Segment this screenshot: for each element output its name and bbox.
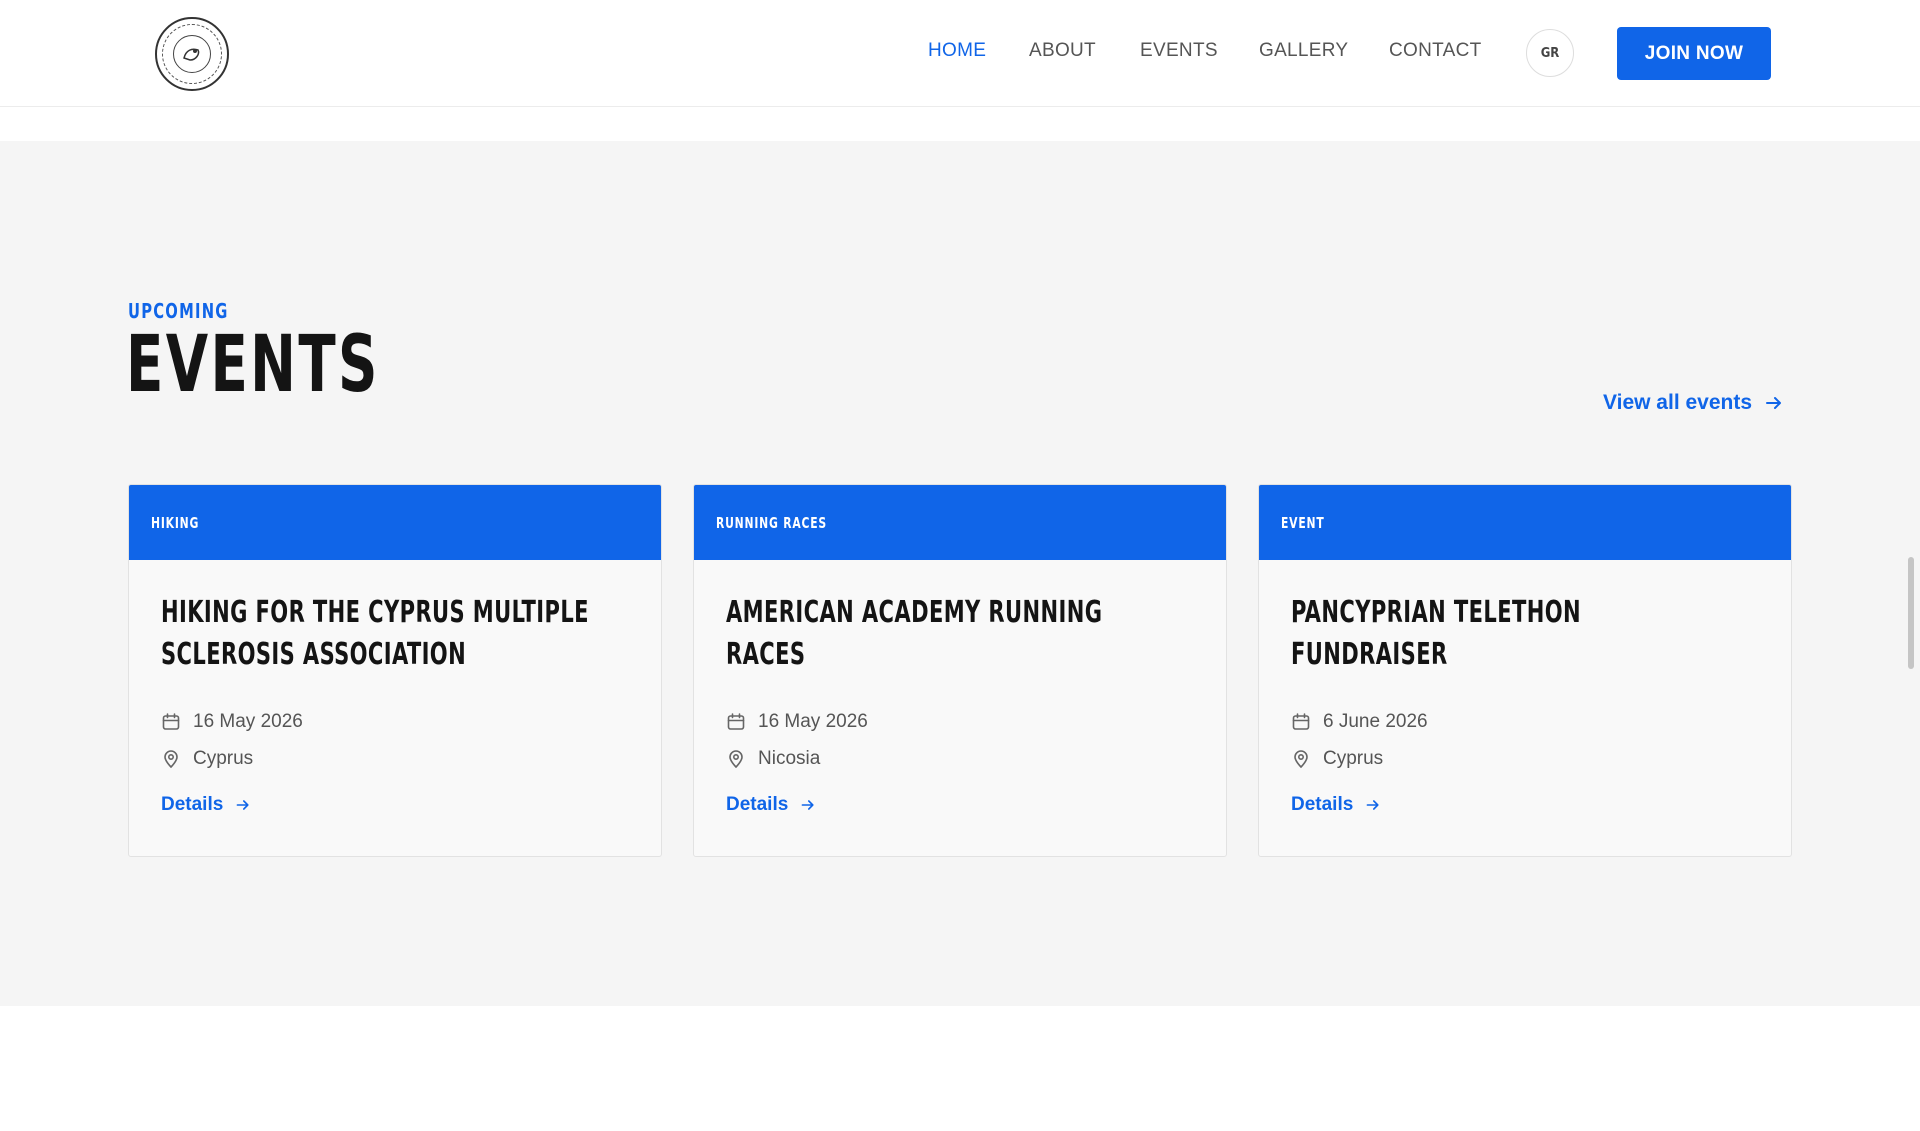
card-category-tag: EVENT — [1281, 513, 1325, 532]
map-pin-icon — [164, 750, 178, 769]
logo-ring — [162, 24, 222, 84]
nav-contact[interactable]: CONTACT — [1389, 40, 1482, 62]
site-header: HOME ABOUT EVENTS GALLERY CONTACT GR JOI… — [0, 0, 1920, 107]
card-location: Nicosia — [726, 748, 820, 770]
card-category-bar: EVENT — [1259, 485, 1791, 560]
calendar-icon — [727, 713, 745, 730]
logo-emblem — [173, 35, 211, 73]
arrow-right-icon — [1366, 800, 1379, 810]
join-now-button[interactable]: JOIN NOW — [1617, 27, 1771, 80]
nav-events[interactable]: EVENTS — [1140, 40, 1218, 62]
card-date-text: 16 May 2026 — [758, 711, 868, 732]
card-date: 16 May 2026 — [726, 711, 868, 733]
card-location-text: Cyprus — [193, 748, 254, 769]
card-location: Cyprus — [161, 748, 253, 770]
card-details-link[interactable]: Details — [726, 794, 816, 816]
card-details-link[interactable]: Details — [161, 794, 251, 816]
calendar-icon — [1292, 713, 1310, 730]
event-card[interactable]: EVENT PANCYPRIAN TELETHON FUNDRAISER 6 J… — [1258, 484, 1792, 857]
event-card[interactable]: RUNNING RACES AMERICAN ACADEMY RUNNING R… — [693, 484, 1227, 857]
card-category-tag: HIKING — [151, 513, 200, 532]
card-date-text: 6 June 2026 — [1323, 711, 1428, 732]
page-scrollbar[interactable] — [1908, 557, 1914, 669]
map-pin-icon — [729, 750, 743, 769]
card-date: 6 June 2026 — [1291, 711, 1428, 733]
card-title: PANCYPRIAN TELETHON FUNDRAISER — [1291, 595, 1582, 672]
details-label: Details — [726, 794, 789, 815]
card-location-text: Nicosia — [758, 748, 821, 769]
nav-home[interactable]: HOME — [928, 40, 986, 62]
emblem-icon — [183, 48, 200, 61]
arrow-right-icon — [801, 800, 814, 810]
card-location: Cyprus — [1291, 748, 1383, 770]
card-date: 16 May 2026 — [161, 711, 303, 733]
card-details-link[interactable]: Details — [1291, 794, 1381, 816]
card-date-text: 16 May 2026 — [193, 711, 303, 732]
section-title: EVENTS — [126, 320, 380, 410]
arrow-right-icon — [1766, 397, 1782, 409]
calendar-icon — [162, 713, 180, 730]
details-label: Details — [1291, 794, 1354, 815]
view-all-events-link[interactable]: View all events — [1603, 391, 1784, 415]
arrow-right-icon — [236, 800, 249, 810]
card-title: AMERICAN ACADEMY RUNNING RACES — [726, 595, 1103, 672]
nav-gallery[interactable]: GALLERY — [1259, 40, 1348, 62]
card-category-bar: HIKING — [129, 485, 661, 560]
upcoming-events-section: UPCOMING EVENTS View all events HIKING H… — [0, 141, 1920, 1006]
event-card[interactable]: HIKING HIKING FOR THE CYPRUS MULTIPLE SC… — [128, 484, 662, 857]
nav-about[interactable]: ABOUT — [1029, 40, 1096, 62]
language-toggle[interactable]: GR — [1526, 29, 1574, 77]
card-location-text: Cyprus — [1323, 748, 1384, 769]
view-all-label: View all events — [1603, 391, 1753, 414]
map-pin-icon — [1294, 750, 1308, 769]
card-category-bar: RUNNING RACES — [694, 485, 1226, 560]
card-title: HIKING FOR THE CYPRUS MULTIPLE SCLEROSIS… — [161, 595, 589, 672]
card-category-tag: RUNNING RACES — [716, 513, 827, 532]
details-label: Details — [161, 794, 224, 815]
club-logo[interactable] — [155, 17, 229, 91]
